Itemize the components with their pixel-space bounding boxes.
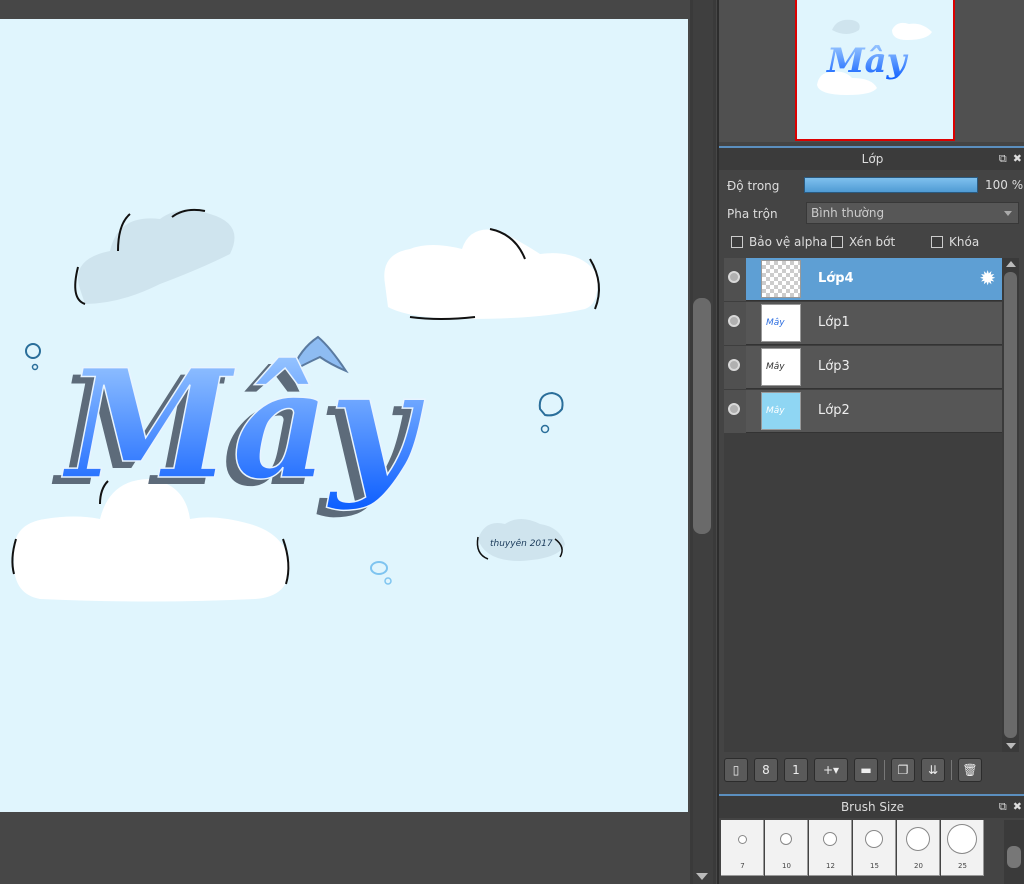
checkbox-box[interactable] xyxy=(731,236,743,248)
add-layer-dropdown-icon[interactable]: +▾ xyxy=(814,758,848,782)
popout-icon[interactable]: ⧉ xyxy=(999,152,1007,165)
cloud-right xyxy=(384,228,600,320)
layer-name: Lớp3 xyxy=(818,359,850,374)
layer-list: Lớp4 ✹ Mây Lớp1 Mây Lớp3 Mây Lớp2 xyxy=(724,258,1002,752)
folder-icon[interactable]: ▬ xyxy=(854,758,878,782)
brush-size-option[interactable]: 10 xyxy=(765,820,808,876)
merge-down-icon[interactable]: ⇊ xyxy=(921,758,945,782)
visibility-toggle-icon[interactable] xyxy=(728,271,740,283)
toolbar-divider xyxy=(951,760,952,780)
scroll-thumb[interactable] xyxy=(1007,846,1021,868)
opacity-slider[interactable] xyxy=(804,177,978,193)
layer-panel: Lớp ⧉ ✖ Độ trong 100 % Pha trộn Bình thườ… xyxy=(719,146,1024,792)
blend-mode-select[interactable]: Bình thường xyxy=(806,202,1019,224)
layer-panel-header: Lớp ⧉ ✖ xyxy=(719,146,1024,170)
clipping-label: Xén bớt xyxy=(849,235,896,249)
protect-alpha-label: Bảo vệ alpha xyxy=(749,235,828,249)
layer-row[interactable]: Mây Lớp1 xyxy=(724,302,1002,345)
opacity-value: 100 % xyxy=(985,178,1024,192)
artboard[interactable]: Mây Mây thuyyên 2017 xyxy=(0,19,688,812)
layer-name: Lớp2 xyxy=(818,403,850,418)
blend-mode-value: Bình thường xyxy=(811,206,885,220)
navigator-panel: Mây xyxy=(719,0,1024,142)
app-window: Mây Mây thuyyên 2017 Mây Lớp ⧉ ✖ Độ tron… xyxy=(0,0,1024,884)
layer-thumbnail: Mây xyxy=(761,392,801,430)
popout-icon[interactable]: ⧉ xyxy=(999,800,1007,813)
brush-size-label: 15 xyxy=(870,862,879,870)
layer-row[interactable]: Mây Lớp2 xyxy=(724,390,1002,433)
navigator-preview[interactable]: Mây xyxy=(795,0,955,141)
brush-size-option[interactable]: 20 xyxy=(897,820,940,876)
new-1bit-layer-icon[interactable]: 1 xyxy=(784,758,808,782)
brush-size-label: 12 xyxy=(826,862,835,870)
brush-panel-scrollbar[interactable] xyxy=(1004,820,1024,884)
clipping-checkbox[interactable]: Xén bớt xyxy=(831,235,895,249)
brush-dot xyxy=(866,831,882,847)
close-icon[interactable]: ✖ xyxy=(1013,800,1022,813)
navigator-preview-art: Mây xyxy=(817,19,932,95)
brush-dot xyxy=(739,836,746,843)
cloud-back xyxy=(74,208,235,305)
thumbnail-text: Mây xyxy=(766,362,785,372)
gear-icon[interactable]: ✹ xyxy=(979,268,996,288)
thumbnail-text: Mây xyxy=(766,406,785,416)
scroll-up-arrow-icon[interactable] xyxy=(1006,261,1016,267)
brush-panel-header: Brush Size ⧉ ✖ xyxy=(719,794,1024,818)
lock-label: Khóa xyxy=(949,235,980,249)
toolbar-divider xyxy=(884,760,885,780)
brush-size-option[interactable]: 12 xyxy=(809,820,852,876)
lock-checkbox[interactable]: Khóa xyxy=(931,235,979,249)
brush-size-option[interactable]: 15 xyxy=(853,820,896,876)
checkbox-box[interactable] xyxy=(931,236,943,248)
brush-size-label: 25 xyxy=(958,862,967,870)
checkbox-box[interactable] xyxy=(831,236,843,248)
chevron-down-icon xyxy=(1004,211,1012,216)
scroll-down-arrow-icon[interactable] xyxy=(696,873,708,880)
layer-thumbnail: Mây xyxy=(761,304,801,342)
scroll-thumb[interactable] xyxy=(693,298,711,534)
new-layer-icon[interactable]: ▯ xyxy=(724,758,748,782)
scroll-thumb[interactable] xyxy=(1004,272,1017,738)
visibility-toggle-icon[interactable] xyxy=(728,403,740,415)
visibility-toggle-icon[interactable] xyxy=(728,315,740,327)
brush-dot xyxy=(781,834,791,844)
brush-size-label: 20 xyxy=(914,862,923,870)
delete-layer-icon[interactable]: 🗑 xyxy=(958,758,982,782)
visibility-toggle-icon[interactable] xyxy=(728,359,740,371)
blend-label: Pha trộn xyxy=(727,207,778,221)
brush-size-label: 7 xyxy=(740,862,745,870)
brush-size-label: 10 xyxy=(782,862,791,870)
canvas-vertical-scrollbar[interactable] xyxy=(690,0,716,884)
layer-toolbar: ▯ 8 1 +▾ ▬ ❐ ⇊ 🗑 xyxy=(724,756,1014,784)
new-8bit-layer-icon[interactable]: 8 xyxy=(754,758,778,782)
opacity-label: Độ trong xyxy=(727,179,780,193)
layer-row[interactable]: Mây Lớp3 xyxy=(724,346,1002,389)
layer-thumbnail xyxy=(761,260,801,298)
brush-dot xyxy=(824,833,836,845)
duplicate-layer-icon[interactable]: ❐ xyxy=(891,758,915,782)
brush-size-panel: Brush Size ⧉ ✖ 7 10 12 15 20 25 xyxy=(719,794,1024,884)
thumbnail-text: Mây xyxy=(766,318,785,328)
layer-name: Lớp4 xyxy=(818,271,854,286)
brush-size-grid: 7 10 12 15 20 25 xyxy=(721,820,989,884)
artwork-title: Mây xyxy=(61,337,425,513)
layer-panel-title: Lớp xyxy=(861,152,884,166)
canvas-area[interactable]: Mây Mây thuyyên 2017 xyxy=(0,0,690,884)
artwork-signature: thuyyên 2017 xyxy=(490,538,553,549)
scroll-down-arrow-icon[interactable] xyxy=(1006,743,1016,749)
brush-dot xyxy=(948,825,976,853)
layer-thumbnail: Mây xyxy=(761,348,801,386)
layer-row[interactable]: Lớp4 ✹ xyxy=(724,258,1002,301)
layer-name: Lớp1 xyxy=(818,315,850,330)
layer-list-scrollbar[interactable] xyxy=(1002,258,1019,752)
brush-size-option[interactable]: 25 xyxy=(941,820,984,876)
artwork: Mây Mây thuyyên 2017 xyxy=(11,208,600,602)
close-icon[interactable]: ✖ xyxy=(1013,152,1022,165)
brush-panel-title: Brush Size xyxy=(840,800,905,814)
protect-alpha-checkbox[interactable]: Bảo vệ alpha xyxy=(731,235,827,249)
brush-dot xyxy=(907,828,929,850)
brush-size-option[interactable]: 7 xyxy=(721,820,764,876)
navigator-title: Mây xyxy=(826,41,909,81)
right-panel: Mây Lớp ⧉ ✖ Độ trong 100 % Pha trộn Bình … xyxy=(717,0,1024,884)
